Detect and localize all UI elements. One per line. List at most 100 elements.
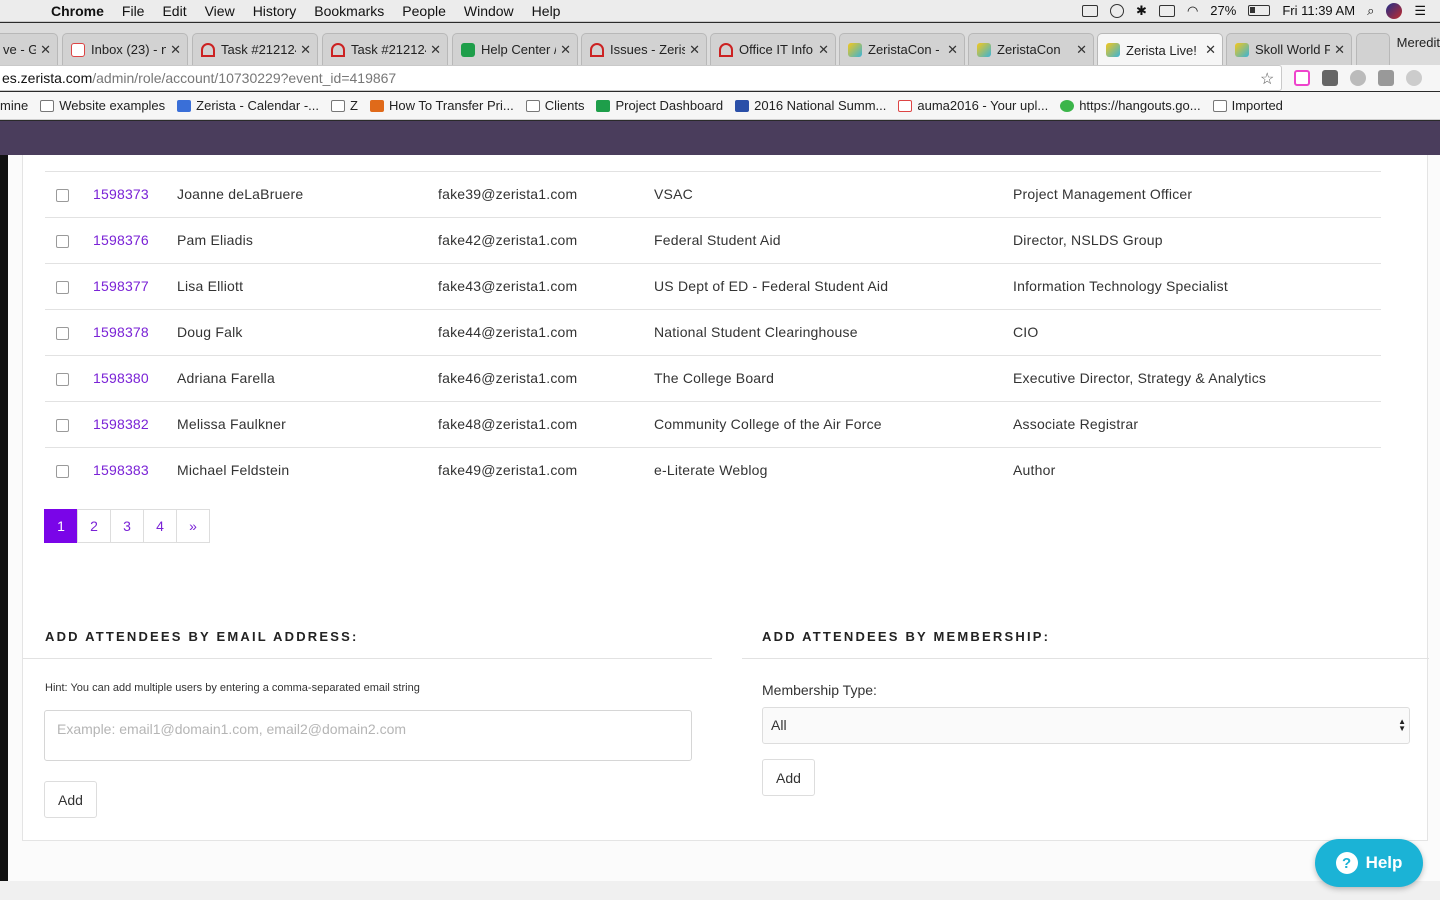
photo-status-icon[interactable] [1082,4,1099,17]
sheets-icon [596,99,611,112]
row-checkbox[interactable] [56,281,69,294]
new-tab-button[interactable] [1356,33,1390,65]
extension-doc-icon[interactable] [1294,70,1310,86]
account-id-link[interactable]: 1598378 [93,324,149,340]
bookmark-label: auma2016 - Your upl... [917,98,1049,113]
page-3-button[interactable]: 3 [110,509,144,543]
row-checkbox[interactable] [56,327,69,340]
row-checkbox[interactable] [56,465,69,478]
notification-center-icon[interactable]: ☰ [1414,3,1426,19]
bookmark-item[interactable]: https://hangouts.go... [1060,98,1201,113]
profile-name[interactable]: Meredit [1397,35,1440,50]
close-tab-icon[interactable]: ✕ [1205,42,1216,58]
tab-zerista-live[interactable]: Zerista Live! ✕ [1097,33,1223,66]
bookmark-item[interactable]: auma2016 - Your upl... [898,98,1048,113]
tab-zeristacon-1[interactable]: ZeristaCon - ✕ [839,33,965,65]
close-tab-icon[interactable]: ✕ [947,42,958,58]
account-id-link[interactable]: 1598376 [93,232,149,248]
menu-people[interactable]: People [393,3,455,19]
close-tab-icon[interactable]: ✕ [300,42,311,58]
row-checkbox[interactable] [56,235,69,248]
account-id-link[interactable]: 1598383 [93,462,149,478]
bookmark-label: Clients [544,98,585,113]
extension-power-icon[interactable] [1406,70,1422,86]
tab-skoll[interactable]: Skoll World F ✕ [1226,33,1352,65]
bookmark-item[interactable]: Website examples [40,98,165,113]
tab-zeristacon-2[interactable]: ZeristaCon ✕ [968,33,1094,65]
attendee-organization: The College Board [654,370,775,386]
table-row: 1598378 Doug Falk fake44@zerista1.com Na… [45,309,1381,355]
close-tab-icon[interactable]: ✕ [40,42,51,58]
bookmark-item[interactable]: Project Dashboard [596,98,723,113]
menu-view[interactable]: View [196,3,244,19]
menu-help[interactable]: Help [523,3,570,19]
user-avatar-icon[interactable] [1386,2,1403,19]
bluetooth-icon[interactable]: ✱ [1136,3,1147,19]
extension-note-icon[interactable] [1378,70,1394,86]
tab-task-2[interactable]: Task #212124 ✕ [322,33,448,65]
tab-help-center[interactable]: Help Center / ✕ [452,33,578,65]
airplay-icon[interactable] [1158,4,1175,17]
battery-percent: 27% [1210,3,1237,18]
email-addresses-input[interactable] [44,710,692,761]
battery-icon[interactable] [1248,5,1271,16]
bookmark-item[interactable]: Zerista - Calendar -... [177,98,319,113]
clock[interactable]: Fri 11:39 AM [1282,3,1355,18]
tab-title: Skoll World F [1255,42,1331,57]
page-4-button[interactable]: 4 [143,509,177,543]
spotlight-search-icon[interactable]: ⌕ [1367,3,1374,19]
row-checkbox[interactable] [56,373,69,386]
attendee-name: Lisa Elliott [177,278,244,294]
help-button[interactable]: ? Help [1315,839,1423,887]
menu-bookmarks[interactable]: Bookmarks [305,3,393,19]
add-by-email-button[interactable]: Add [44,781,97,818]
bookmark-label: mine [0,98,29,113]
row-checkbox[interactable] [56,419,69,432]
membership-type-select[interactable]: All ▲ ▼ [762,707,1410,744]
extension-tool-icon[interactable] [1322,70,1338,86]
menu-chrome[interactable]: Chrome [42,3,113,19]
attendee-email: fake46@zerista1.com [438,370,578,386]
attendee-title: Information Technology Specialist [1013,278,1228,294]
account-id-link[interactable]: 1598377 [93,278,149,294]
address-bar[interactable]: es.zerista.com/admin/role/account/107302… [0,65,1282,91]
zerista-icon [848,42,862,57]
close-tab-icon[interactable]: ✕ [1334,42,1345,58]
bookmark-item[interactable]: Clients [525,98,585,113]
close-tab-icon[interactable]: ✕ [560,42,571,58]
menu-edit[interactable]: Edit [153,3,195,19]
close-tab-icon[interactable]: ✕ [689,42,700,58]
tab-office-it[interactable]: Office IT Info ✕ [710,33,836,65]
menu-history[interactable]: History [244,3,306,19]
tab-task-1[interactable]: Task #212124 ✕ [192,33,318,65]
tab-issues[interactable]: Issues - Zeris ✕ [581,33,707,65]
bookmark-item[interactable]: Imported [1212,98,1283,113]
close-tab-icon[interactable]: ✕ [1076,42,1087,58]
bookmark-star-icon[interactable]: ☆ [1260,69,1274,89]
bookmark-item[interactable]: How To Transfer Pri... [369,98,514,113]
issues-app-icon [590,42,604,57]
bookmark-item[interactable]: mine [0,98,28,113]
bookmark-item[interactable]: Z [331,98,358,113]
page-1-button[interactable]: 1 [44,509,78,543]
sync-status-icon[interactable] [1110,3,1125,18]
row-checkbox[interactable] [56,189,69,202]
page-2-button[interactable]: 2 [77,509,111,543]
tab-inbox[interactable]: Inbox (23) - n ✕ [62,33,188,65]
bookmark-item[interactable]: 2016 National Summ... [735,98,886,113]
close-tab-icon[interactable]: ✕ [818,42,829,58]
next-page-button[interactable]: » [176,509,210,543]
tab-drive[interactable]: ve - Go ✕ [0,33,58,65]
attendee-email: fake44@zerista1.com [438,324,578,340]
close-tab-icon[interactable]: ✕ [170,42,181,58]
account-id-link[interactable]: 1598373 [93,186,149,202]
account-id-link[interactable]: 1598380 [93,370,149,386]
extension-skype-icon[interactable] [1350,70,1366,86]
wifi-icon[interactable]: ◠ [1187,3,1198,19]
menu-window[interactable]: Window [455,3,523,19]
section-divider [742,658,1429,659]
menu-file[interactable]: File [113,3,154,19]
account-id-link[interactable]: 1598382 [93,416,149,432]
add-by-membership-button[interactable]: Add [762,759,815,796]
close-tab-icon[interactable]: ✕ [430,42,441,58]
